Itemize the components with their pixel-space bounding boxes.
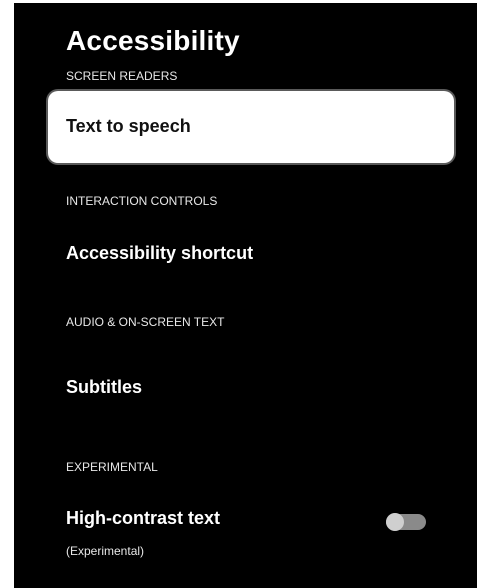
section-header-screen-readers: SCREEN READERS [66,69,178,83]
toggle-knob [386,513,404,531]
section-header-audio-text: AUDIO & ON-SCREEN TEXT [66,315,225,329]
high-contrast-toggle[interactable] [386,513,426,531]
section-header-experimental: EXPERIMENTAL [66,460,158,474]
section-header-interaction-controls: INTERACTION CONTROLS [66,194,218,208]
settings-panel: Accessibility SCREEN READERS Text to spe… [14,3,477,588]
page-title: Accessibility [66,25,240,56]
text-to-speech-item[interactable]: Text to speech [48,91,454,163]
high-contrast-text-sublabel: (Experimental) [66,544,145,558]
high-contrast-text-item[interactable]: High-contrast text (Experimental) [66,506,446,564]
subtitles-item[interactable]: Subtitles [66,377,142,398]
text-to-speech-label: Text to speech [66,116,191,136]
high-contrast-text-label: High-contrast text [66,508,221,528]
accessibility-shortcut-item[interactable]: Accessibility shortcut [66,243,253,264]
